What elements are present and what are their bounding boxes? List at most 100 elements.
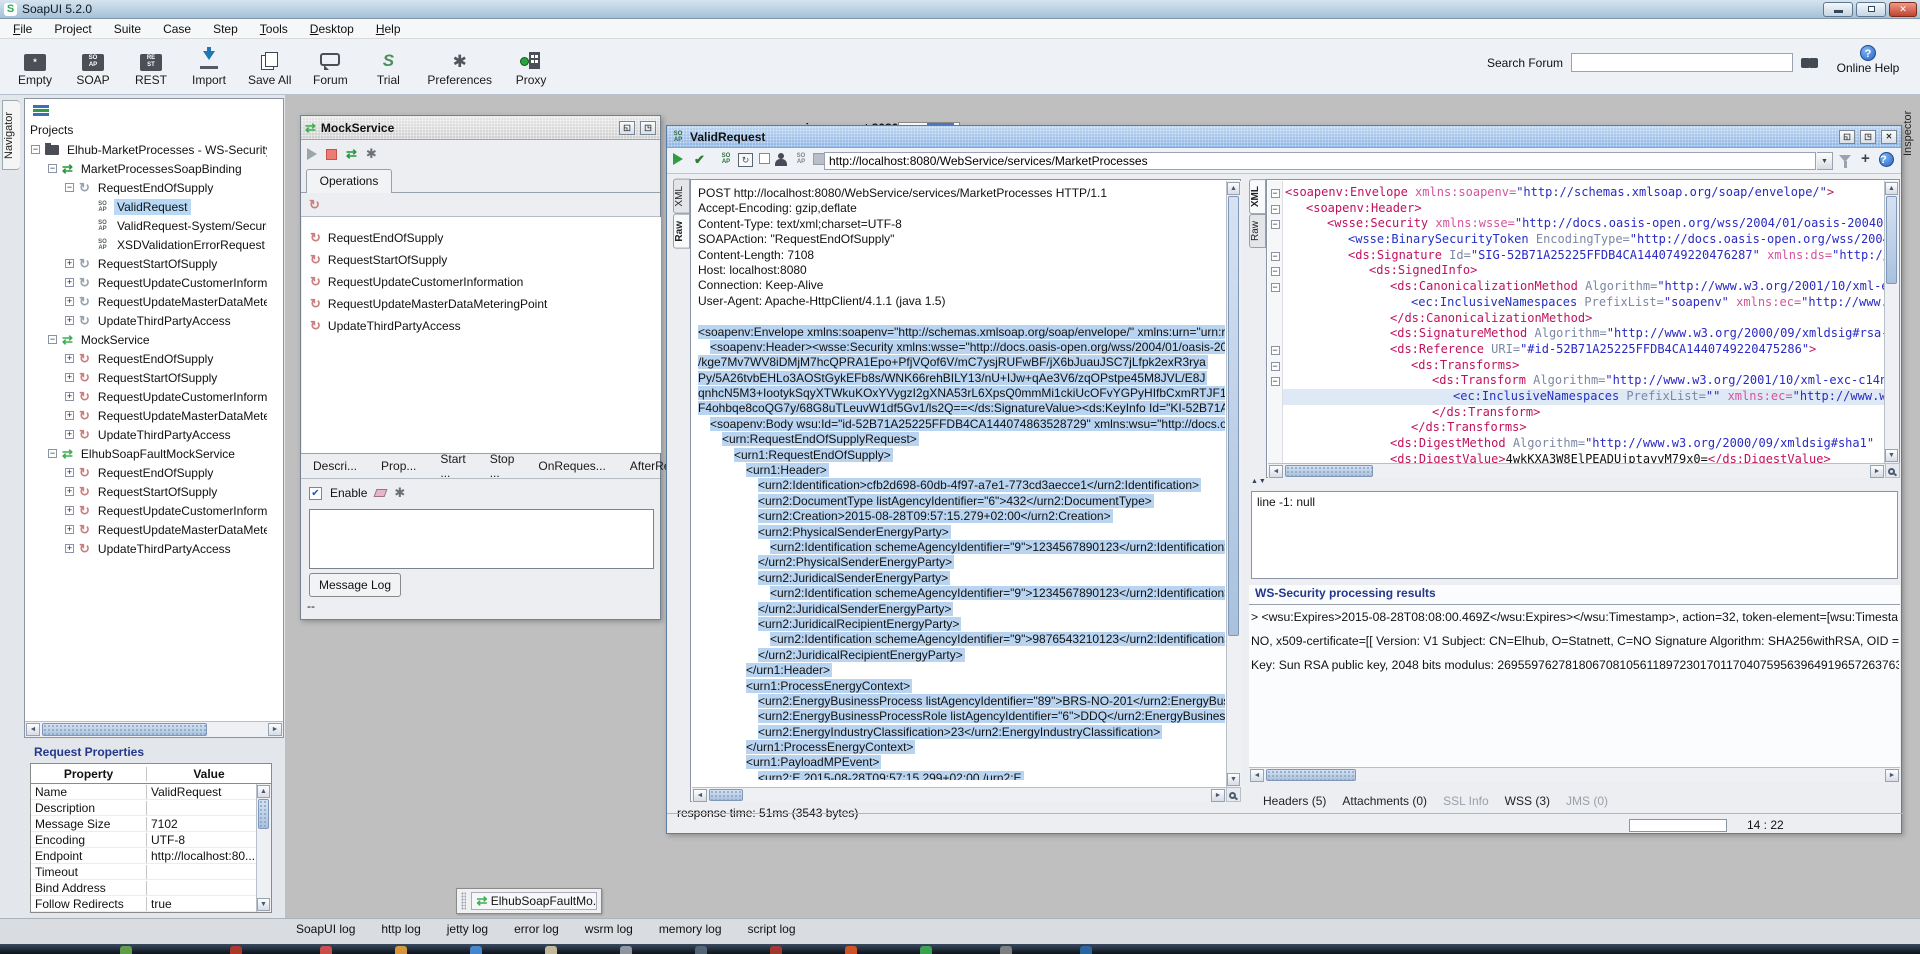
close-button[interactable]: ✕: [1889, 2, 1917, 17]
scroll-left-icon[interactable]: ◄: [1269, 465, 1283, 478]
menu-project[interactable]: Project: [43, 20, 102, 38]
tree-item-requestendofsupply[interactable]: +↻RequestEndOfSupply: [27, 349, 267, 368]
response-vertical-scrollbar[interactable]: ▲ ▼: [1884, 181, 1899, 463]
request-help-icon[interactable]: ?: [1879, 152, 1894, 167]
mock-section-tab-descri[interactable]: Descri...: [313, 459, 357, 473]
mock-operation-item[interactable]: ↻UpdateThirdPartyAccess: [302, 315, 661, 337]
tab-xml[interactable]: XML: [1249, 179, 1266, 214]
toolbar-forum-button[interactable]: Forum: [301, 41, 359, 87]
endpoint-dropdown-icon[interactable]: ▼: [1817, 152, 1833, 170]
tree-item-requestupdatemasterdatameteringpoint[interactable]: +↻RequestUpdateMasterDataMeteringPoint: [27, 292, 267, 311]
message-log-tab[interactable]: Message Log: [309, 573, 401, 597]
request-maximize-icon[interactable]: ◳: [1860, 130, 1876, 144]
mock-operation-item[interactable]: ↻RequestUpdateCustomerInformation: [302, 271, 661, 293]
request-horizontal-scrollbar[interactable]: ◄ ►: [692, 787, 1226, 802]
tree-item-requestupdatemasterdatameteringpoint[interactable]: +↻RequestUpdateMasterDataMeteringPoint: [27, 520, 267, 539]
menu-case[interactable]: Case: [152, 20, 202, 38]
taskbar-icon[interactable]: [845, 946, 857, 954]
submit-request-icon[interactable]: [673, 153, 683, 165]
windows-taskbar[interactable]: [0, 944, 1920, 954]
collapse-icon[interactable]: −: [31, 145, 40, 154]
expand-icon[interactable]: +: [65, 392, 74, 401]
properties-vertical-scrollbar[interactable]: ▲ ▼: [256, 784, 271, 912]
mockservice-titlebar[interactable]: ⇄ MockService ◱ ◳: [301, 116, 660, 140]
log-tab-error-log[interactable]: error log: [514, 922, 559, 936]
tree-item-requestupdatecustomerinformation[interactable]: +↻RequestUpdateCustomerInformation: [27, 501, 267, 520]
expand-icon[interactable]: +: [65, 259, 74, 268]
validrequest-titlebar[interactable]: SOAP ValidRequest ◱ ◳ ✕: [667, 126, 1901, 148]
scroll-thumb[interactable]: [1266, 769, 1356, 781]
log-tab-memory-log[interactable]: memory log: [659, 922, 722, 936]
clone-request-icon[interactable]: SOAP: [794, 153, 808, 165]
log-tab-script-log[interactable]: script log: [748, 922, 796, 936]
tree-item-requeststartofsupply[interactable]: +↻RequestStartOfSupply: [27, 254, 267, 273]
tree-item-requestendofsupply[interactable]: −↻RequestEndOfSupply: [27, 178, 267, 197]
collapse-icon[interactable]: −: [48, 164, 57, 173]
drag-grip[interactable]: [461, 892, 466, 910]
taskbar-icon[interactable]: [1080, 946, 1092, 954]
tab-raw[interactable]: Raw: [1249, 214, 1266, 248]
taskbar-icon[interactable]: [470, 946, 482, 954]
toolbar-save-all-button[interactable]: Save All: [238, 41, 301, 87]
collapse-icon[interactable]: −: [48, 449, 57, 458]
tree-item-elhub-marketprocesses-ws-security[interactable]: −Elhub-MarketProcesses - WS-Security: [27, 140, 267, 159]
expand-icon[interactable]: +: [65, 316, 74, 325]
fold-collapse-icon[interactable]: −: [1271, 346, 1280, 355]
expand-icon[interactable]: +: [65, 297, 74, 306]
mock-section-tab-start[interactable]: Start ...: [440, 452, 465, 480]
taskbar-icon[interactable]: [120, 946, 132, 954]
property-column-header[interactable]: Property: [31, 767, 147, 781]
scroll-up-icon[interactable]: ▲: [257, 785, 270, 798]
mock-stop-icon[interactable]: [326, 149, 337, 160]
validation-error-box[interactable]: line -1: null: [1251, 491, 1898, 579]
inspector-tab-attachments-0-[interactable]: Attachments (0): [1342, 794, 1427, 808]
scroll-left-icon[interactable]: ◄: [693, 789, 707, 802]
menu-desktop[interactable]: Desktop: [299, 20, 365, 38]
add-tab-icon[interactable]: +: [1861, 150, 1870, 167]
property-row[interactable]: Timeout: [31, 864, 271, 880]
menu-file[interactable]: File: [2, 20, 43, 38]
navigator-tab[interactable]: Navigator: [2, 100, 20, 170]
binoculars-icon[interactable]: [1801, 57, 1818, 69]
request-restore-icon[interactable]: ◱: [1839, 130, 1855, 144]
tab-xml[interactable]: XML: [673, 179, 690, 214]
splitter-handle[interactable]: ▲▼: [1251, 478, 1267, 485]
mock-operation-item[interactable]: ↻RequestEndOfSupply: [302, 227, 661, 249]
resubmit-icon[interactable]: ✔: [694, 153, 705, 167]
toolbar-rest-button[interactable]: RESTREST: [122, 41, 180, 87]
tree-item-mockservice[interactable]: −⇄MockService: [27, 330, 267, 349]
scroll-left-icon[interactable]: ◄: [26, 723, 40, 736]
tree-item-elhubsoapfaultmockservice[interactable]: −⇄ElhubSoapFaultMockService: [27, 444, 267, 463]
workspace-icon[interactable]: [33, 105, 49, 118]
mock-run-icon[interactable]: [307, 148, 317, 160]
scroll-thumb[interactable]: [1285, 465, 1373, 477]
scroll-left-icon[interactable]: ◄: [1250, 769, 1264, 782]
enable-checkbox[interactable]: ✔: [309, 487, 322, 500]
wss-horizontal-scrollbar[interactable]: ◄ ►: [1249, 767, 1900, 782]
request-vertical-scrollbar[interactable]: ▲ ▼: [1226, 181, 1241, 787]
scroll-up-icon[interactable]: ▲: [1227, 182, 1240, 195]
fold-collapse-icon[interactable]: −: [1271, 377, 1280, 386]
eraser-icon[interactable]: [374, 489, 388, 497]
log-tab-http-log[interactable]: http log: [381, 922, 420, 936]
mock-operation-item[interactable]: ↻RequestUpdateMasterDataMeteringPoint: [302, 293, 661, 315]
inspector-tab[interactable]: Inspector: [1902, 102, 1919, 164]
property-row[interactable]: Endpointhttp://localhost:80...: [31, 848, 271, 864]
expand-icon[interactable]: +: [65, 487, 74, 496]
scroll-down-icon[interactable]: ▼: [1885, 449, 1898, 462]
expand-icon[interactable]: +: [65, 354, 74, 363]
menu-tools[interactable]: Tools: [249, 20, 299, 38]
fold-collapse-icon[interactable]: −: [1271, 252, 1280, 261]
log-tab-wsrm-log[interactable]: wsrm log: [585, 922, 633, 936]
fold-collapse-icon[interactable]: −: [1271, 220, 1280, 229]
expand-icon[interactable]: +: [65, 468, 74, 477]
property-row[interactable]: Message Size7102: [31, 816, 271, 832]
scroll-thumb[interactable]: [258, 799, 269, 829]
taskbar-icon[interactable]: [320, 946, 332, 954]
taskbar-icon[interactable]: [770, 946, 782, 954]
filter-icon[interactable]: [1839, 155, 1851, 162]
taskbar-icon[interactable]: [695, 946, 707, 954]
fold-collapse-icon[interactable]: −: [1271, 267, 1280, 276]
tree-item-requeststartofsupply[interactable]: +↻RequestStartOfSupply: [27, 368, 267, 387]
mock-section-tab-stop[interactable]: Stop ...: [490, 452, 515, 480]
